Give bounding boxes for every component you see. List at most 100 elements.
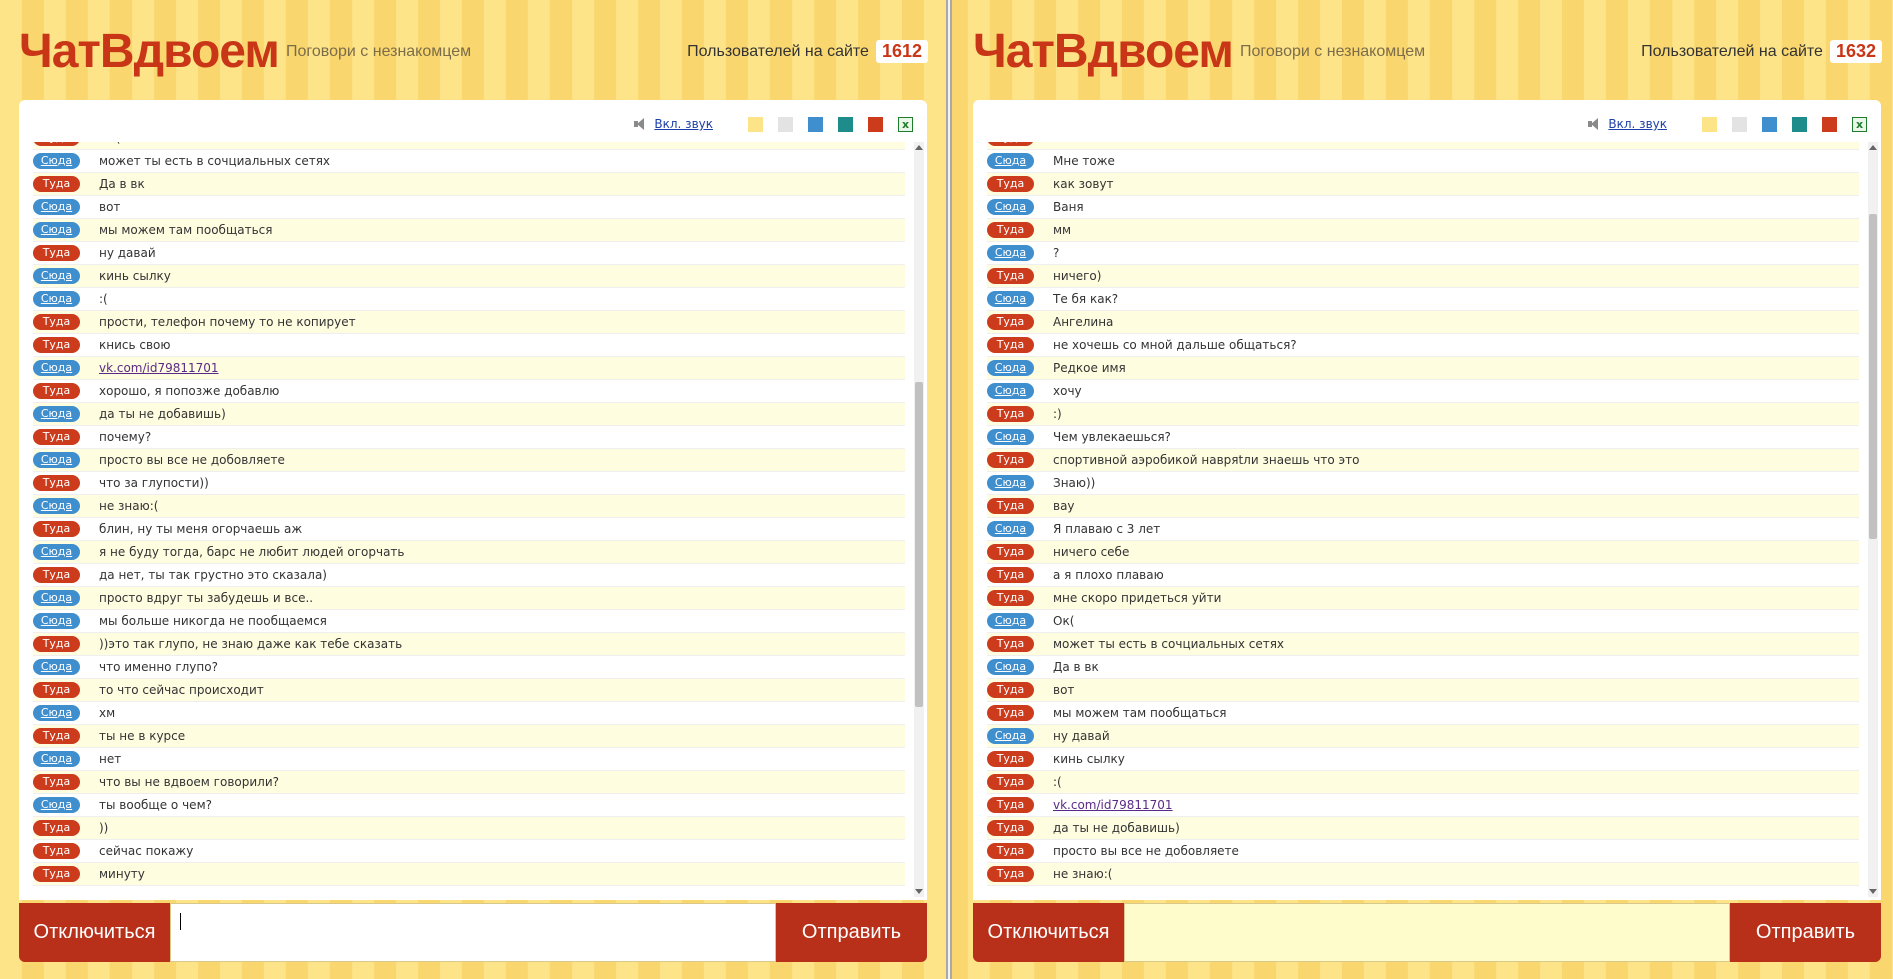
- site-logo[interactable]: ЧатВдвоем: [973, 22, 1234, 82]
- scroll-thumb[interactable]: [915, 381, 923, 707]
- sender-badge-syuda[interactable]: Сюда: [33, 452, 80, 468]
- message-text: вот: [99, 200, 121, 214]
- disconnect-button[interactable]: Отключиться: [973, 903, 1124, 962]
- disconnect-button[interactable]: Отключиться: [19, 903, 170, 962]
- theme-swatch-red[interactable]: [868, 116, 883, 132]
- message-row: Туда блин, ну ты меня огорчаешь аж: [33, 518, 905, 541]
- message-text: Ок(: [1053, 614, 1075, 628]
- scroll-thumb[interactable]: [1869, 213, 1877, 539]
- theme-swatch-gray[interactable]: [778, 116, 793, 132]
- message-link[interactable]: vk.com/id79811701: [99, 361, 219, 375]
- message-row: Сюда Да в вк: [987, 656, 1859, 679]
- theme-swatch-teal[interactable]: [838, 116, 853, 132]
- sender-badge-syuda[interactable]: Сюда: [987, 153, 1034, 169]
- message-input[interactable]: [170, 903, 776, 962]
- message-text: хочу: [1053, 384, 1082, 398]
- speaker-icon[interactable]: [634, 117, 650, 131]
- chat-scrollbar[interactable]: [1868, 142, 1878, 897]
- sender-badge-syuda[interactable]: Сюда: [33, 360, 80, 376]
- theme-swatch-blue[interactable]: [1762, 116, 1777, 132]
- sender-badge-syuda[interactable]: Сюда: [33, 544, 80, 560]
- message-text: ничего): [1053, 269, 1102, 283]
- excel-export-icon[interactable]: x: [898, 116, 913, 132]
- theme-swatch-red[interactable]: [1822, 116, 1837, 132]
- message-text: а я плохо плаваю: [1053, 568, 1164, 582]
- theme-swatch-yellow[interactable]: [748, 116, 763, 132]
- chat-panel: Вкл. звук x Туда 15 Сюда Мне тоже Туда как зо…: [973, 100, 1881, 900]
- sender-badge-tuda: Туда: [987, 682, 1034, 698]
- sender-badge-syuda[interactable]: Сюда: [987, 659, 1034, 675]
- sender-badge-tuda: Туда: [987, 774, 1034, 790]
- sound-toggle-link[interactable]: Вкл. звук: [1608, 117, 1667, 131]
- sender-badge-syuda[interactable]: Сюда: [987, 475, 1034, 491]
- sender-badge-syuda[interactable]: Сюда: [33, 590, 80, 606]
- sender-badge-syuda[interactable]: Сюда: [33, 153, 80, 169]
- speaker-icon[interactable]: [1588, 117, 1604, 131]
- message-row: Сюда может ты есть в сочциальных сетях: [33, 150, 905, 173]
- message-link[interactable]: vk.com/id79811701: [1053, 798, 1173, 812]
- message-row: Сюда Редкое имя: [987, 357, 1859, 380]
- scroll-up-arrow-icon[interactable]: [915, 145, 923, 150]
- message-input[interactable]: [1124, 903, 1730, 962]
- message-text: минуту: [99, 867, 145, 881]
- sender-badge-syuda[interactable]: Сюда: [33, 797, 80, 813]
- sender-badge-syuda[interactable]: Сюда: [987, 429, 1034, 445]
- sender-badge-tuda: Туда: [987, 268, 1034, 284]
- sound-toggle-link[interactable]: Вкл. звук: [654, 117, 713, 131]
- message-text: просто вы все не добовляете: [99, 453, 285, 467]
- chat-toolbar: Вкл. звук x: [1588, 116, 1867, 132]
- sender-badge-syuda[interactable]: Сюда: [987, 383, 1034, 399]
- sender-badge-syuda[interactable]: Сюда: [33, 199, 80, 215]
- send-button[interactable]: Отправить: [1730, 903, 1881, 962]
- scroll-down-arrow-icon[interactable]: [915, 889, 923, 894]
- sender-badge-syuda[interactable]: Сюда: [987, 291, 1034, 307]
- sender-badge-syuda[interactable]: Сюда: [987, 728, 1034, 744]
- message-row: Туда не хочешь со мной дальше общаться?: [987, 334, 1859, 357]
- message-row: Туда прости, телефон почему то не копируе…: [33, 311, 905, 334]
- sender-badge-syuda[interactable]: Сюда: [33, 406, 80, 422]
- message-row: Туда ты не в курсе: [33, 725, 905, 748]
- message-row: Сюда Те бя как?: [987, 288, 1859, 311]
- message-row: Туда спортивной аэробикой навряtли знаешь…: [987, 449, 1859, 472]
- theme-swatch-yellow[interactable]: [1702, 116, 1717, 132]
- sender-badge-syuda[interactable]: Сюда: [33, 705, 80, 721]
- message-row: Сюда мы можем там пообщаться: [33, 219, 905, 242]
- message-row: Туда:(: [987, 771, 1859, 794]
- sender-badge-syuda[interactable]: Сюда: [33, 268, 80, 284]
- message-text: вау: [1053, 499, 1075, 513]
- excel-export-icon[interactable]: x: [1852, 116, 1867, 132]
- sender-badge-syuda[interactable]: Сюда: [33, 498, 80, 514]
- message-row: Туда что за глупости)): [33, 472, 905, 495]
- theme-swatch-blue[interactable]: [808, 116, 823, 132]
- sender-badge-syuda[interactable]: Сюда: [987, 360, 1034, 376]
- message-text: мы больше никогда не пообщаемся: [99, 614, 327, 628]
- sender-badge-syuda[interactable]: Сюда: [33, 222, 80, 238]
- theme-swatch-teal[interactable]: [1792, 116, 1807, 132]
- message-text: может ты есть в сочциальных сетях: [99, 154, 331, 168]
- sender-badge-syuda[interactable]: Сюда: [987, 245, 1034, 261]
- sender-badge-tuda: Туда: [987, 843, 1034, 859]
- scroll-up-arrow-icon[interactable]: [1869, 145, 1877, 150]
- sender-badge-syuda[interactable]: Сюда: [33, 613, 80, 629]
- sender-badge-syuda[interactable]: Сюда: [987, 613, 1034, 629]
- sender-badge-tuda: Туда: [987, 705, 1034, 721]
- site-logo[interactable]: ЧатВдвоем: [19, 22, 280, 82]
- sender-badge-syuda[interactable]: Сюда: [987, 199, 1034, 215]
- theme-swatch-gray[interactable]: [1732, 116, 1747, 132]
- message-text: кинь сылку: [1053, 752, 1125, 766]
- sender-badge-syuda[interactable]: Сюда: [33, 659, 80, 675]
- sender-badge-syuda[interactable]: Сюда: [33, 751, 80, 767]
- message-text: ты вообще о чем?: [99, 798, 212, 812]
- message-row: Сюда vk.com/id79811701: [33, 357, 905, 380]
- scroll-down-arrow-icon[interactable]: [1869, 889, 1877, 894]
- sender-badge-tuda: Туда: [987, 590, 1034, 606]
- message-row: Сюда вот: [33, 196, 905, 219]
- send-button[interactable]: Отправить: [776, 903, 927, 962]
- chat-scrollbar[interactable]: [914, 142, 924, 897]
- message-row: Туда мне скоро придеться уйти: [987, 587, 1859, 610]
- message-row: Туда мы можем там пообщаться: [987, 702, 1859, 725]
- sender-badge-tuda: Туда: [33, 521, 80, 537]
- sender-badge-syuda[interactable]: Сюда: [33, 291, 80, 307]
- sender-badge-syuda[interactable]: Сюда: [987, 521, 1034, 537]
- text-caret: [180, 913, 181, 930]
